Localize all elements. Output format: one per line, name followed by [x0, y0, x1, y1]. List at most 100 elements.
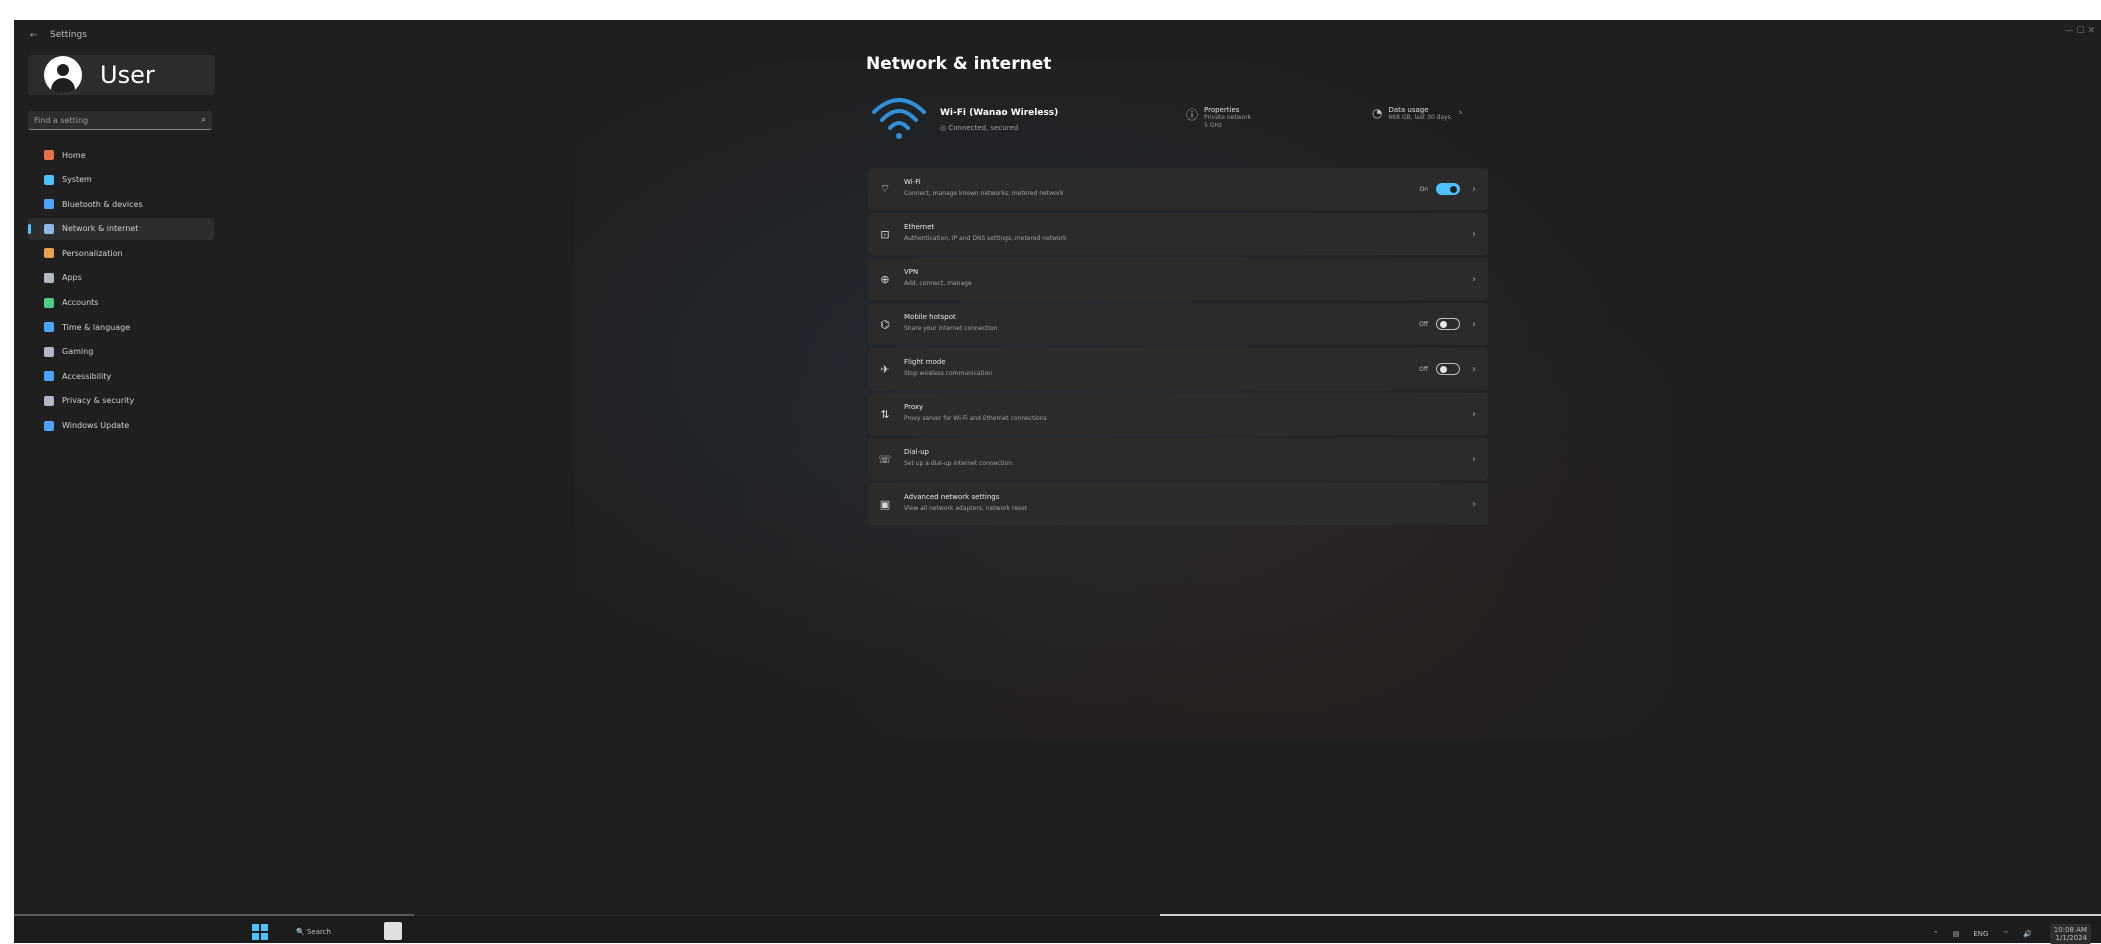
setting-row-mobile-hotspot[interactable]: ⌬ Mobile hotspot Share your internet conne…	[868, 303, 1488, 345]
sidebar-item-label: Network & internet	[62, 224, 139, 234]
toggle-state-label: Off	[1419, 320, 1428, 328]
nav-icon	[44, 395, 54, 406]
user-profile-card[interactable]: User	[28, 55, 215, 95]
row-subtitle: Proxy server for Wi-Fi and Ethernet conn…	[904, 415, 1047, 422]
network-name: Wi-Fi (Wanao Wireless)	[940, 108, 1059, 118]
network-status: ◎ Connected, secured	[940, 124, 1019, 132]
toggle-state-label: Off	[1419, 365, 1428, 373]
sidebar-item-label: System	[62, 175, 92, 185]
sidebar-item-home[interactable]: Home	[28, 144, 214, 166]
setting-row-vpn[interactable]: ⊕ VPN Add, connect, manage ›	[868, 258, 1488, 300]
setting-row-advanced-network-settings[interactable]: ▣ Advanced network settings View all netwo…	[868, 483, 1488, 525]
toggle-switch[interactable]	[1436, 318, 1460, 330]
nav-icon	[44, 346, 54, 357]
wifi-icon: ⌔	[879, 182, 891, 195]
sidebar-item-accessibility[interactable]: Accessibility	[28, 365, 214, 387]
sidebar-item-label: Home	[62, 150, 86, 160]
search-input[interactable]	[28, 114, 176, 126]
toggle-state-label: On	[1419, 185, 1428, 193]
window-controls[interactable]: — ☐ ✕	[2065, 26, 2095, 36]
setting-row-dial-up[interactable]: ☏ Dial-up Set up a dial-up internet connec…	[868, 438, 1488, 480]
sidebar-item-bluetooth-devices[interactable]: Bluetooth & devices	[28, 193, 214, 215]
sidebar-item-label: Privacy & security	[62, 396, 135, 406]
sidebar-item-network-internet[interactable]: Network & internet	[28, 217, 214, 240]
chevron-right-icon: ›	[1472, 183, 1476, 195]
advanced-network-icon: ▣	[879, 497, 891, 511]
start-button[interactable]	[252, 924, 268, 940]
nav-icon	[44, 297, 54, 308]
clock-time: 10:08 AM	[2053, 926, 2087, 934]
row-subtitle: Authentication, IP and DNS settings, met…	[904, 235, 1067, 242]
nav-icon	[44, 199, 54, 210]
row-title: Mobile hotspot	[904, 313, 956, 321]
nav-icon	[44, 150, 54, 160]
setting-row-wi-fi[interactable]: ⌔ Wi-Fi Connect, manage known networks, me…	[868, 168, 1488, 210]
sidebar-item-system[interactable]: System	[28, 169, 214, 191]
chevron-right-icon: ›	[1458, 108, 1463, 118]
tray-item[interactable]: ⌔	[2002, 930, 2009, 939]
sidebar-item-label: Bluetooth & devices	[62, 199, 143, 209]
tray-item[interactable]: ENG	[1973, 930, 1988, 938]
chevron-right-icon: ›	[1472, 273, 1476, 285]
sidebar-item-label: Accessibility	[62, 371, 112, 381]
row-subtitle: View all network adapters, network reset	[904, 505, 1028, 512]
chevron-right-icon: ›	[1472, 318, 1476, 330]
data-usage-button[interactable]: ◔ Data usage 668 GB, last 30 days ›	[1372, 106, 1462, 121]
app-title: Settings	[50, 30, 87, 40]
sidebar-item-gaming[interactable]: Gaming	[28, 341, 214, 363]
row-subtitle: Set up a dial-up internet connection	[904, 460, 1013, 467]
page-title: Network & internet	[866, 54, 1052, 74]
sidebar-nav: Home System Bluetooth & devices Network & i…	[28, 144, 214, 439]
setting-row-proxy[interactable]: ⇅ Proxy Proxy server for Wi-Fi and Etherne…	[868, 393, 1488, 435]
setting-row-ethernet[interactable]: ⊡ Ethernet Authentication, IP and DNS sett…	[868, 213, 1488, 255]
row-title: Dial-up	[904, 448, 929, 456]
wifi-large-icon	[872, 98, 926, 139]
toggle-switch[interactable]	[1436, 363, 1460, 375]
back-button[interactable]: ←	[22, 23, 46, 47]
settings-window: ← Settings — ☐ ✕ User ⌕ Home System Blueto…	[14, 20, 2101, 915]
proxy-icon: ⇅	[880, 407, 890, 421]
sidebar-item-label: Gaming	[62, 347, 94, 357]
chevron-right-icon: ›	[1472, 453, 1476, 465]
system-tray: ⌃ ▤ ENG ⌔ 🔊 10:08 AM 1/1/2024	[1919, 924, 2091, 944]
row-title: VPN	[904, 268, 919, 276]
toggle-switch[interactable]	[1436, 183, 1460, 195]
chevron-right-icon: ›	[1472, 408, 1476, 420]
sidebar-item-accounts[interactable]: Accounts	[28, 292, 214, 314]
taskbar-clock[interactable]: 10:08 AM 1/1/2024	[2049, 924, 2091, 944]
search-box[interactable]: ⌕	[28, 111, 212, 130]
row-title: Advanced network settings	[904, 493, 1000, 501]
row-title: Wi-Fi	[904, 178, 921, 186]
taskbar: 🔍 Search ⌃ ▤ ENG ⌔ 🔊 10:08 AM 1/1/2024	[14, 914, 2101, 944]
search-icon[interactable]: ⌕	[201, 115, 206, 125]
data-usage-icon: ◔	[1372, 106, 1383, 120]
setting-row-flight-mode[interactable]: ✈ Flight mode Stop wireless communication O…	[868, 348, 1488, 390]
main-content: Network & internet Wi-Fi (Wanao Wireless…	[866, 20, 1506, 580]
info-icon: ⓘ	[1186, 108, 1199, 122]
row-subtitle: Add, connect, manage	[904, 280, 972, 287]
sidebar-item-time-language[interactable]: Time & language	[28, 316, 214, 338]
nav-icon	[44, 174, 54, 185]
sidebar-item-apps[interactable]: Apps	[28, 267, 214, 289]
data-usage-title: Data usage	[1388, 106, 1429, 114]
sidebar-item-privacy-security[interactable]: Privacy & security	[28, 390, 214, 412]
tray-item[interactable]: 🔊	[2023, 930, 2032, 938]
sidebar-item-windows-update[interactable]: Windows Update	[28, 415, 214, 437]
tray-item[interactable]: ▤	[1953, 930, 1960, 938]
row-title: Proxy	[904, 403, 924, 411]
properties-button[interactable]: ⓘ Properties Private network 5 GHz	[1186, 106, 1251, 130]
sidebar-item-label: Time & language	[62, 322, 131, 332]
sidebar-item-label: Windows Update	[62, 421, 130, 431]
chevron-right-icon: ›	[1472, 228, 1476, 240]
sidebar-item-label: Apps	[62, 273, 82, 283]
chevron-right-icon: ›	[1472, 363, 1476, 375]
settings-list: ⌔ Wi-Fi Connect, manage known networks, me…	[868, 168, 1488, 528]
tray-item[interactable]: ⌃	[1933, 930, 1939, 938]
nav-icon	[44, 420, 54, 431]
taskbar-search[interactable]: 🔍 Search	[296, 924, 366, 940]
sidebar-item-personalization[interactable]: Personalization	[28, 242, 214, 264]
sidebar-item-label: Accounts	[62, 298, 99, 308]
taskbar-settings-app-icon[interactable]	[384, 922, 402, 940]
nav-icon	[44, 272, 54, 283]
properties-title: Properties	[1204, 106, 1240, 114]
